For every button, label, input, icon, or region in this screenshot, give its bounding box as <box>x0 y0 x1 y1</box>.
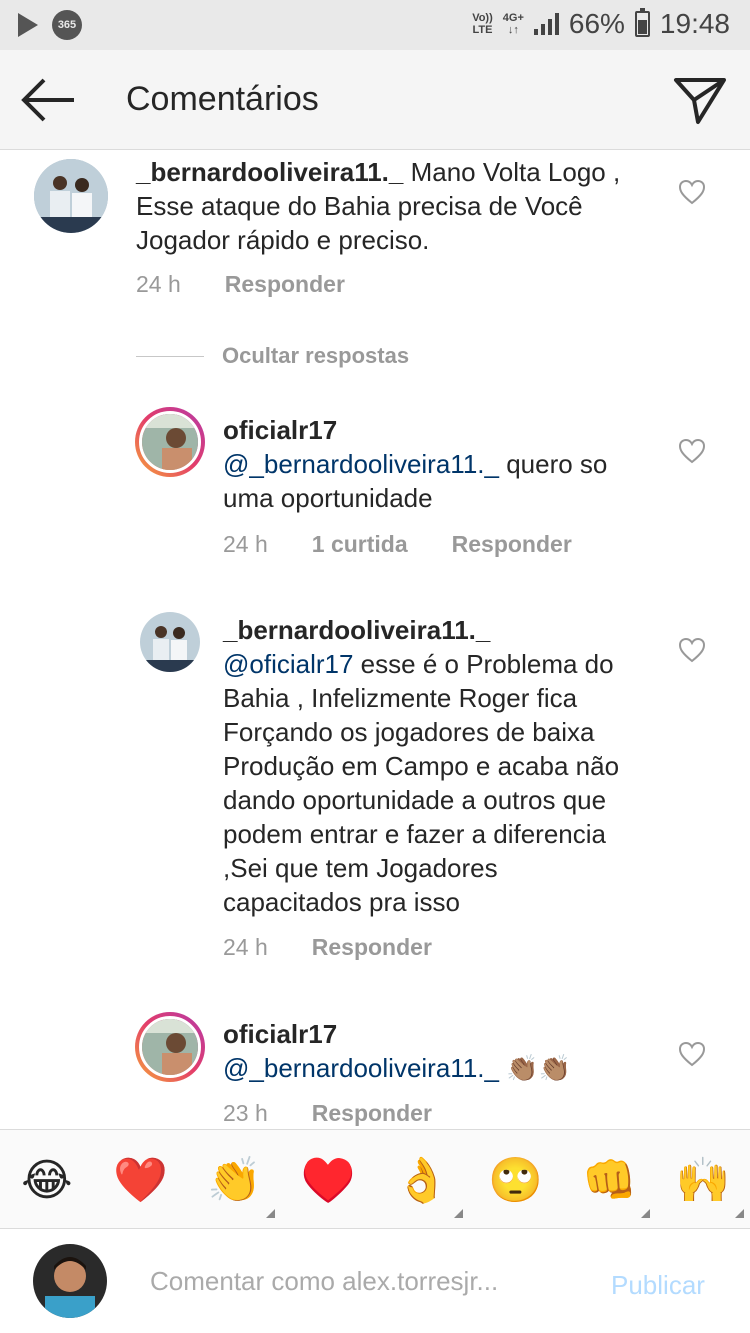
clock: 19:48 <box>659 8 730 39</box>
reply-body: 👏🏽👏🏽 <box>498 1053 571 1083</box>
emoji-eye-roll-button[interactable]: 🙄 <box>469 1130 563 1230</box>
comment-input[interactable]: Comentar como alex.torresjr... <box>150 1266 498 1297</box>
avatar[interactable] <box>34 159 108 233</box>
emoji-raised-hands-icon: 🙌 <box>675 1156 731 1205</box>
signal-icon <box>533 13 559 35</box>
emoji-eye-roll-icon: 🙄 <box>488 1156 544 1205</box>
emoji-heart-button[interactable]: ❤️ <box>94 1130 188 1230</box>
emoji-raised-hands-button[interactable]: 🙌 <box>656 1130 750 1230</box>
reply-body: esse é o Problema do Bahia , Infelizment… <box>223 649 620 917</box>
page-title: Comentários <box>126 80 319 118</box>
avatar-photo-icon <box>33 1244 107 1318</box>
status-left: 365 <box>18 10 82 40</box>
comment-time: 24 h <box>136 271 181 297</box>
reply-meta: 24 h 1 curtida Responder <box>223 531 572 558</box>
reply-username[interactable]: oficialr17 <box>223 413 643 447</box>
battery-icon <box>634 8 650 37</box>
back-arrow-icon <box>21 78 74 122</box>
comment-composer: Comentar como alex.torresjr... Publicar <box>0 1230 750 1333</box>
divider-line <box>136 355 204 357</box>
comment-username[interactable]: _bernardooliveira11._ <box>136 157 403 187</box>
reply-username[interactable]: _bernardooliveira11._ <box>223 613 643 647</box>
network-type: 4G+ <box>502 12 524 24</box>
like-button[interactable] <box>678 1041 706 1067</box>
network-indicator: 4G+ ↓↑ <box>503 12 524 36</box>
like-button[interactable] <box>678 179 706 205</box>
avatar[interactable] <box>140 612 200 672</box>
reply-text: oficialr17 @_bernardooliveira11._ 👏🏽👏🏽 <box>223 1017 643 1085</box>
comment-meta: 24 h Responder <box>136 271 345 298</box>
share-button[interactable] <box>672 74 728 126</box>
skin-tone-indicator <box>735 1209 744 1218</box>
mention-link[interactable]: @oficialr17 <box>223 649 353 679</box>
status-bar: 365 Vo)) LTE 4G+ ↓↑ 66% 19:48 <box>0 0 750 50</box>
like-button[interactable] <box>678 637 706 663</box>
heart-icon <box>678 1041 706 1067</box>
avatar <box>139 1016 201 1078</box>
reply-button[interactable]: Responder <box>312 1100 432 1127</box>
reply-time: 24 h <box>223 531 268 557</box>
emoji-laughing-button[interactable]: 😂 <box>0 1130 94 1230</box>
heart-icon <box>678 438 706 464</box>
app-365-icon: 365 <box>52 10 82 40</box>
skin-tone-indicator <box>641 1209 651 1218</box>
avatar-photo-icon <box>142 1019 198 1075</box>
emoji-laughing-icon: 😂 <box>21 1155 73 1205</box>
emoji-heart-icon: ❤️ <box>113 1156 169 1205</box>
back-button[interactable] <box>18 76 78 124</box>
comment-text: _bernardooliveira11._ Mano Volta Logo , … <box>136 155 666 257</box>
play-store-icon <box>18 13 38 37</box>
skin-tone-indicator <box>453 1209 463 1218</box>
emoji-clap-button[interactable]: 👏 <box>188 1130 282 1230</box>
reply-time: 24 h <box>223 934 268 960</box>
like-button[interactable] <box>678 438 706 464</box>
reply-meta: 23 h Responder <box>223 1100 432 1127</box>
skin-tone-indicator <box>266 1209 276 1218</box>
volte-bottom: LTE <box>472 24 493 36</box>
emoji-fist-icon: 👊 <box>581 1156 637 1205</box>
current-user-avatar <box>33 1244 107 1318</box>
emoji-ok-hand-button[interactable]: 👌 <box>375 1130 469 1230</box>
header: Comentários <box>0 50 750 150</box>
network-arrows: ↓↑ <box>507 24 519 36</box>
avatar <box>139 411 201 473</box>
emoji-ok-hand-icon: 👌 <box>394 1156 450 1205</box>
reply-time: 23 h <box>223 1100 268 1126</box>
status-right: Vo)) LTE 4G+ ↓↑ 66% 19:48 <box>472 8 730 40</box>
emoji-quick-bar: 😂 ❤️ 👏 ♥️ 👌 🙄 👊 🙌 <box>0 1129 750 1229</box>
paper-plane-icon <box>674 78 726 124</box>
reply-text: oficialr17 @_bernardooliveira11._ quero … <box>223 413 643 515</box>
reply-text: _bernardooliveira11._ @oficialr17 esse é… <box>223 613 643 919</box>
reply-meta: 24 h Responder <box>223 934 432 961</box>
likes-count[interactable]: 1 curtida <box>312 531 408 558</box>
reply-button[interactable]: Responder <box>452 531 572 558</box>
avatar-photo-icon <box>140 612 200 672</box>
emoji-clap-icon: 👏 <box>206 1156 262 1205</box>
reply-button[interactable]: Responder <box>225 271 345 298</box>
battery-percentage: 66% <box>568 8 625 39</box>
mention-link[interactable]: @_bernardooliveira11._ <box>223 449 499 479</box>
emoji-heart-suit-icon: ♥️ <box>300 1156 356 1205</box>
avatar-story-ring[interactable] <box>135 1012 205 1082</box>
emoji-heart-suit-button[interactable]: ♥️ <box>281 1130 375 1230</box>
mention-link[interactable]: @_bernardooliveira11._ <box>223 1053 499 1083</box>
volte-top: Vo)) <box>472 12 493 24</box>
comments-list[interactable]: _bernardooliveira11._ Mano Volta Logo , … <box>0 151 750 1129</box>
reply-username[interactable]: oficialr17 <box>223 1017 643 1051</box>
hide-replies-label: Ocultar respostas <box>222 343 410 368</box>
emoji-fist-button[interactable]: 👊 <box>563 1130 657 1230</box>
avatar-story-ring[interactable] <box>135 407 205 477</box>
avatar-photo-icon <box>142 414 198 470</box>
publish-button[interactable]: Publicar <box>611 1270 705 1301</box>
hide-replies-toggle[interactable]: Ocultar respostas <box>136 343 409 369</box>
reply-button[interactable]: Responder <box>312 934 432 961</box>
heart-icon <box>678 179 706 205</box>
heart-icon <box>678 637 706 663</box>
volte-indicator: Vo)) LTE <box>472 12 493 36</box>
avatar-photo-icon <box>34 159 108 233</box>
